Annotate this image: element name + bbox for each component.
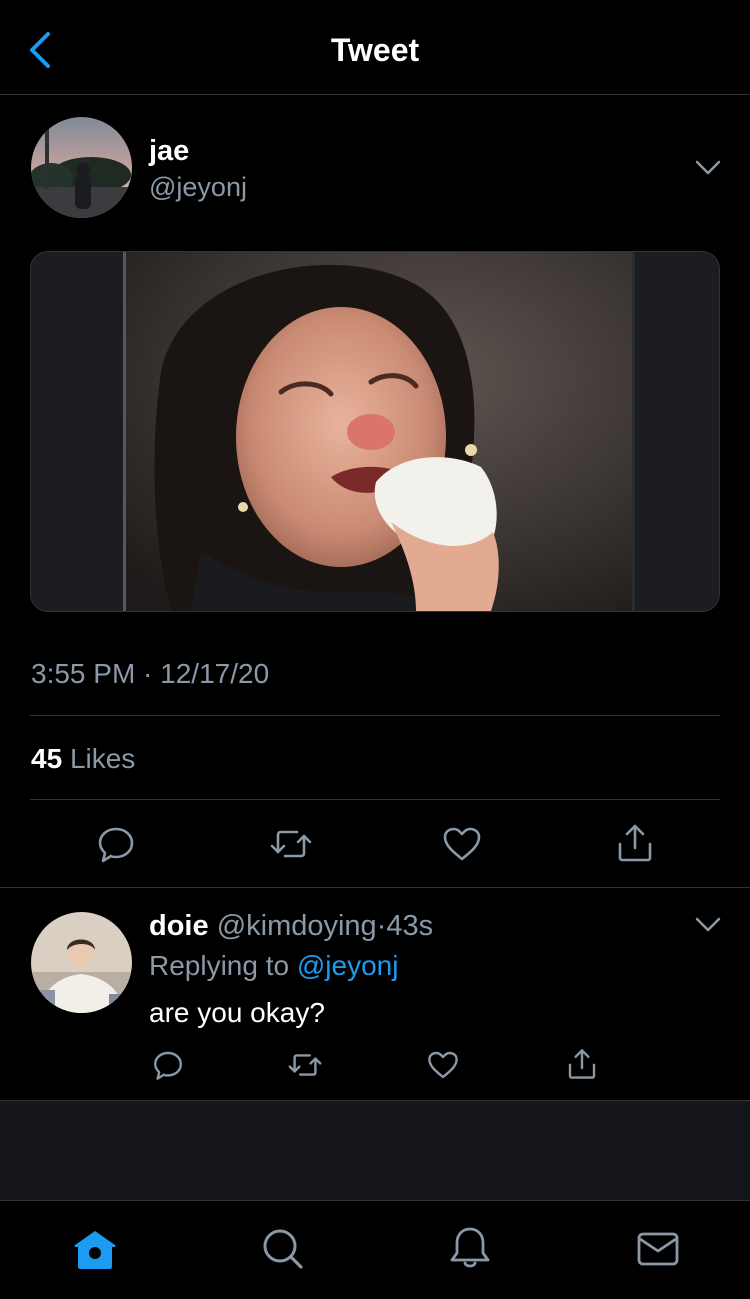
reply-author-name[interactable]: doie	[149, 910, 209, 942]
tweet-options-button[interactable]	[693, 158, 723, 178]
comment-icon	[98, 827, 134, 863]
reply-share-button[interactable]	[566, 1047, 598, 1081]
reply-retweet-button[interactable]	[288, 1049, 322, 1081]
divider	[30, 715, 720, 716]
replying-to-handle[interactable]: @jeyonj	[297, 950, 399, 981]
retweet-button[interactable]	[270, 824, 312, 864]
tab-home[interactable]	[72, 1228, 118, 1272]
home-icon	[74, 1231, 116, 1269]
heart-icon	[428, 1051, 458, 1079]
tweet-media[interactable]	[30, 251, 720, 612]
share-icon	[568, 1049, 596, 1079]
retweet-icon	[288, 1054, 322, 1076]
tweet-timestamp: 3:55 PM · 12/17/20	[31, 658, 270, 689]
reply-author-handle[interactable]: @kimdoying	[217, 910, 377, 942]
chevron-down-icon	[695, 917, 721, 932]
comment-icon	[154, 1051, 182, 1080]
author-avatar[interactable]	[31, 117, 132, 218]
tweet-photo	[31, 252, 719, 611]
chevron-down-icon	[695, 160, 721, 175]
like-button[interactable]	[442, 824, 482, 864]
likes-label: Likes	[69, 743, 136, 774]
heart-icon	[443, 827, 481, 861]
replying-to: Replying to @jeyonj	[149, 948, 398, 984]
mail-icon	[637, 1232, 679, 1266]
reply-author-avatar[interactable]	[31, 912, 132, 1013]
author-name[interactable]: jae	[149, 134, 189, 168]
empty-space	[0, 1100, 750, 1201]
avatar-image	[31, 117, 132, 218]
divider	[0, 887, 750, 888]
bell-icon	[450, 1227, 490, 1268]
avatar-image	[31, 912, 132, 1013]
reply-reply-button[interactable]	[152, 1049, 184, 1081]
reply-header: doie @kimdoying·43s	[149, 908, 433, 944]
page-title: Tweet	[330, 32, 420, 68]
bottom-tab-bar	[0, 1200, 750, 1299]
share-icon	[618, 824, 652, 862]
likes-count: 45	[31, 743, 63, 774]
replying-to-label: Replying to	[149, 950, 290, 981]
reply-options-button[interactable]	[693, 915, 723, 935]
separator-dot: ·	[376, 910, 387, 942]
retweet-icon	[270, 830, 312, 858]
reply-button[interactable]	[96, 824, 136, 864]
reply-like-button[interactable]	[427, 1049, 459, 1081]
share-button[interactable]	[615, 822, 655, 864]
top-bar: Tweet	[0, 0, 750, 95]
search-icon	[263, 1229, 303, 1269]
reply-age: 43s	[386, 910, 434, 942]
likes-stat[interactable]: 45 Likes	[31, 740, 135, 778]
tab-messages[interactable]	[636, 1229, 680, 1269]
tab-search[interactable]	[261, 1227, 305, 1271]
divider	[30, 799, 720, 800]
reply-text: are you okay?	[149, 997, 325, 1028]
tab-notifications[interactable]	[449, 1225, 491, 1271]
author-handle[interactable]: @jeyonj	[149, 170, 247, 204]
